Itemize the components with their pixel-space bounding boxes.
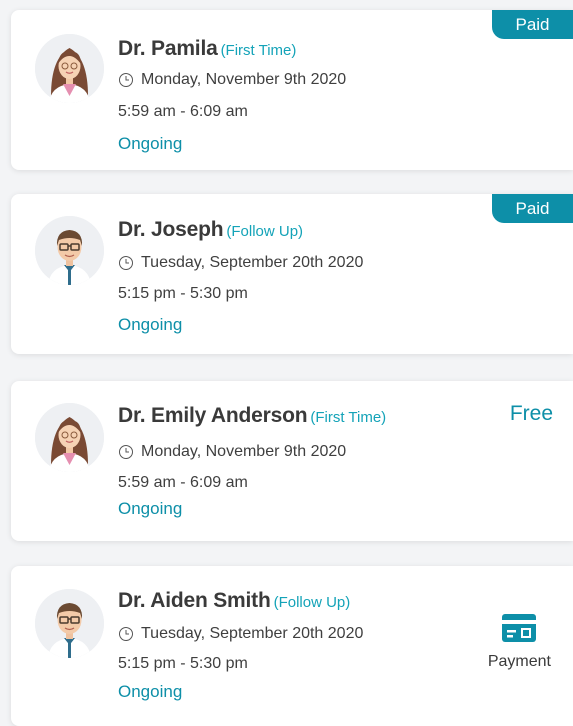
male-doctor-avatar-icon: [35, 589, 104, 658]
paid-badge: Paid: [492, 10, 573, 39]
date-text: Monday, November 9th 2020: [141, 443, 347, 460]
female-doctor-avatar-icon: [35, 34, 104, 103]
appointment-card[interactable]: Dr. Pamila (First Time) Monday, November …: [11, 10, 573, 170]
status-text: Ongoing: [118, 682, 183, 701]
male-doctor-avatar-icon: [35, 216, 104, 285]
appointment-date: Monday, November 9th 2020: [118, 71, 346, 89]
visit-type: (Follow Up): [273, 594, 351, 611]
status-text: Ongoing: [118, 315, 183, 334]
date-text: Tuesday, September 20th 2020: [141, 625, 364, 642]
free-badge: Free: [509, 402, 553, 425]
payment-button[interactable]: Payment: [488, 614, 551, 671]
appointment-card[interactable]: Dr. Emily Anderson (First Time) Monday, N…: [11, 381, 573, 541]
clock-icon: [118, 444, 134, 460]
doctor-name-line: Dr. Pamila (First Time): [118, 37, 296, 61]
visit-type: (First Time): [310, 409, 387, 426]
female-doctor-avatar-icon: [35, 403, 104, 472]
payment-label: Payment: [487, 653, 551, 670]
doctor-name: Dr. Aiden Smith: [118, 589, 271, 612]
clock-icon: [118, 626, 134, 642]
doctor-name: Dr. Emily Anderson: [118, 404, 308, 427]
appointment-time: 5:15 pm - 5:30 pm: [118, 655, 248, 672]
doctor-name-line: Dr. Aiden Smith (Follow Up): [118, 589, 350, 613]
appointment-time: 5:59 am - 6:09 am: [118, 474, 248, 491]
doctor-name: Dr. Joseph: [118, 218, 224, 241]
appointment-time: 5:59 am - 6:09 am: [118, 103, 248, 120]
credit-card-icon: [502, 614, 537, 642]
doctor-name: Dr. Pamila: [118, 37, 218, 60]
visit-type: (First Time): [220, 42, 297, 59]
appointment-date: Tuesday, September 20th 2020: [118, 254, 363, 272]
clock-icon: [118, 255, 134, 271]
clock-icon: [118, 72, 134, 88]
date-text: Tuesday, September 20th 2020: [141, 254, 364, 271]
appointment-card[interactable]: Dr. Aiden Smith (Follow Up) Tuesday, Sept…: [11, 566, 573, 726]
status-text: Ongoing: [118, 134, 183, 153]
visit-type: (Follow Up): [226, 223, 304, 240]
appointment-time: 5:15 pm - 5:30 pm: [118, 285, 248, 302]
doctor-name-line: Dr. Joseph (Follow Up): [118, 218, 303, 242]
date-text: Monday, November 9th 2020: [141, 71, 347, 88]
appointment-card[interactable]: Dr. Joseph (Follow Up) Tuesday, September…: [11, 194, 573, 354]
doctor-name-line: Dr. Emily Anderson (First Time): [118, 404, 386, 428]
paid-badge: Paid: [492, 194, 573, 223]
appointment-date: Tuesday, September 20th 2020: [118, 625, 363, 643]
status-text: Ongoing: [118, 499, 183, 518]
appointment-date: Monday, November 9th 2020: [118, 443, 346, 461]
